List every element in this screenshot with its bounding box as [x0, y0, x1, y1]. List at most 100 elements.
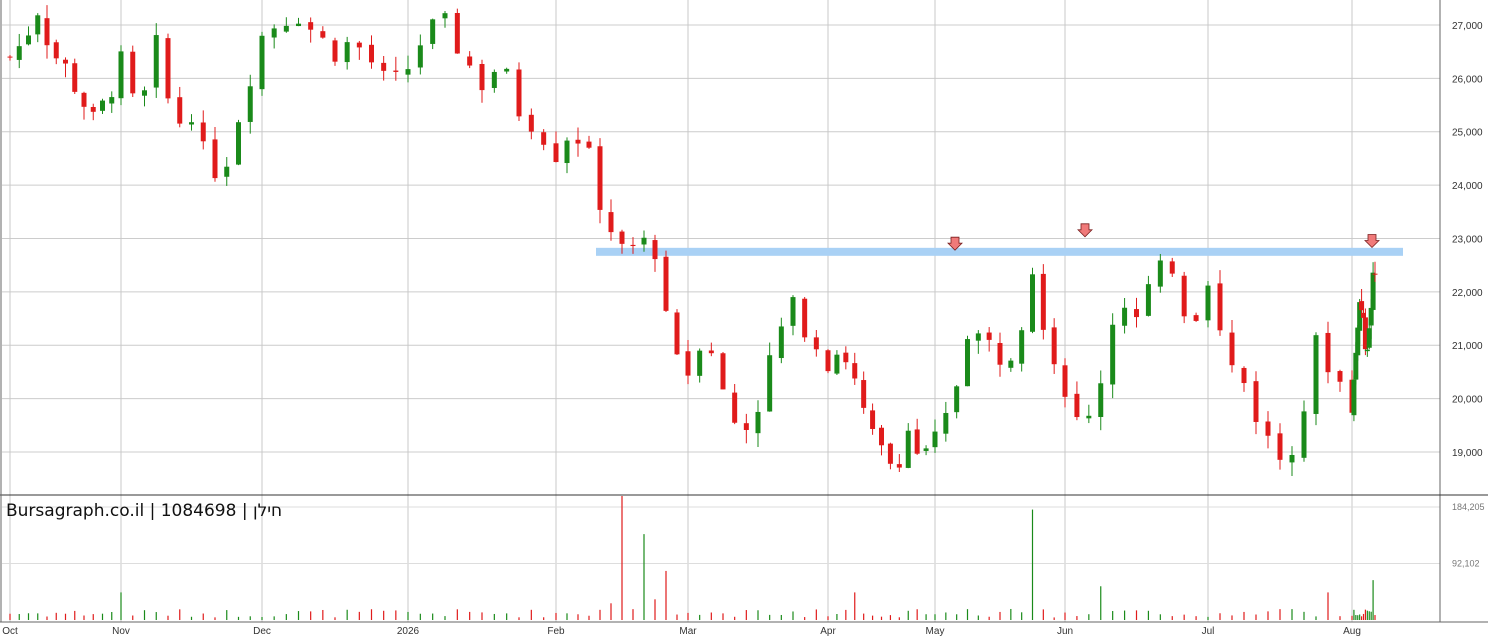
candle-body	[778, 326, 784, 359]
volume-tick-label: 92,102	[1452, 559, 1480, 569]
candle-body	[597, 146, 603, 210]
candle-body	[986, 332, 992, 340]
candle-body	[44, 18, 50, 46]
candle-body	[575, 139, 581, 144]
candle-body	[755, 411, 761, 434]
candle-body	[393, 70, 399, 72]
candle-body	[1098, 383, 1104, 417]
candle-body	[224, 166, 230, 177]
candle-body	[861, 380, 867, 408]
x-tick-label: Oct	[2, 626, 18, 636]
candle-body	[53, 42, 59, 59]
x-tick-label: Apr	[820, 626, 836, 636]
candle-body	[142, 90, 147, 96]
resistance-layer	[596, 247, 1403, 256]
candle-body	[1313, 335, 1319, 414]
candle-body	[320, 31, 326, 38]
candle-body	[564, 140, 570, 164]
x-tick-label: May	[926, 626, 945, 636]
candle-body	[72, 63, 78, 92]
candle-body	[153, 35, 159, 88]
candle-body	[528, 114, 534, 132]
candle-body	[1289, 454, 1295, 463]
candle-body	[1372, 273, 1378, 275]
candle-body	[834, 354, 840, 374]
candle-body	[674, 312, 680, 355]
candle-body	[975, 333, 981, 341]
x-tick-label: Aug	[1343, 626, 1361, 636]
y-tick-label: 27,000	[1452, 21, 1483, 32]
candle-body	[1019, 330, 1025, 364]
candle-body	[405, 69, 411, 75]
candle-body	[1205, 285, 1211, 321]
candle-body	[504, 68, 510, 72]
candle-body	[1122, 307, 1128, 326]
candle-body	[708, 350, 714, 354]
candle-body	[189, 122, 194, 125]
candle-body	[663, 256, 669, 311]
candle-body	[879, 427, 884, 446]
candle-body	[1040, 273, 1046, 330]
candle-body	[417, 45, 423, 68]
candle-body	[965, 339, 970, 387]
candle-body	[732, 392, 738, 423]
candle-body	[1193, 315, 1199, 321]
candle-body	[344, 42, 350, 63]
watermark-text: Bursagraph.co.il | 1084698 | חילן	[6, 501, 282, 521]
x-tick-label: Dec	[253, 626, 271, 636]
candle-body	[541, 132, 547, 145]
y-tick-label: 25,000	[1452, 128, 1483, 139]
y-tick-label: 26,000	[1452, 74, 1483, 85]
candle-body	[1134, 309, 1139, 318]
candle-body	[943, 412, 949, 434]
y-tick-label: 22,000	[1452, 288, 1483, 299]
candle-body	[652, 240, 658, 260]
x-tick-label: Jul	[1202, 626, 1215, 636]
candle-body	[1301, 411, 1307, 458]
candle-body	[308, 22, 314, 30]
candle-body	[1265, 421, 1271, 436]
candle-body	[608, 212, 614, 233]
candle-body	[802, 298, 808, 338]
candle-body	[1337, 371, 1343, 382]
candle-body	[1351, 379, 1357, 416]
candle-body	[1229, 332, 1235, 366]
candle-body	[332, 40, 338, 62]
candle-body	[100, 100, 105, 111]
candle-body	[852, 363, 858, 379]
candle-body	[35, 15, 41, 35]
candle-body	[1217, 283, 1223, 331]
candle-body	[825, 350, 831, 372]
candle-body	[442, 13, 448, 19]
y-tick-label: 19,000	[1452, 448, 1483, 459]
chart-background	[0, 0, 1488, 636]
candle-body	[1181, 275, 1187, 317]
candle-body	[479, 64, 485, 91]
candle-body	[790, 297, 796, 326]
candle-body	[200, 122, 206, 142]
candle-body	[905, 430, 911, 468]
candle-body	[369, 44, 374, 63]
y-tick-label: 24,000	[1452, 181, 1483, 192]
candle-body	[1157, 260, 1163, 287]
candle-body	[641, 237, 647, 245]
candle-body	[381, 62, 387, 71]
candle-body	[1325, 332, 1331, 373]
candle-body	[16, 46, 22, 60]
candle-body	[430, 19, 436, 44]
y-tick-label: 20,000	[1452, 395, 1483, 406]
candle-body	[90, 107, 96, 112]
price-chart: 19,000 20,000 21,000 22,000 23,000 24,000 25,0…	[0, 0, 1488, 636]
candle-body	[1145, 284, 1151, 316]
candle-body	[259, 35, 265, 90]
x-tick-label: Feb	[547, 626, 565, 636]
candle-body	[296, 23, 301, 27]
candle-body	[1253, 381, 1259, 422]
candle-body	[923, 448, 929, 451]
candle-body	[516, 69, 522, 117]
y-tick-label: 21,000	[1452, 341, 1483, 352]
candle-body	[843, 352, 849, 363]
x-tick-label: Mar	[679, 626, 697, 636]
candle-body	[1364, 349, 1370, 352]
candle-body	[767, 355, 773, 412]
